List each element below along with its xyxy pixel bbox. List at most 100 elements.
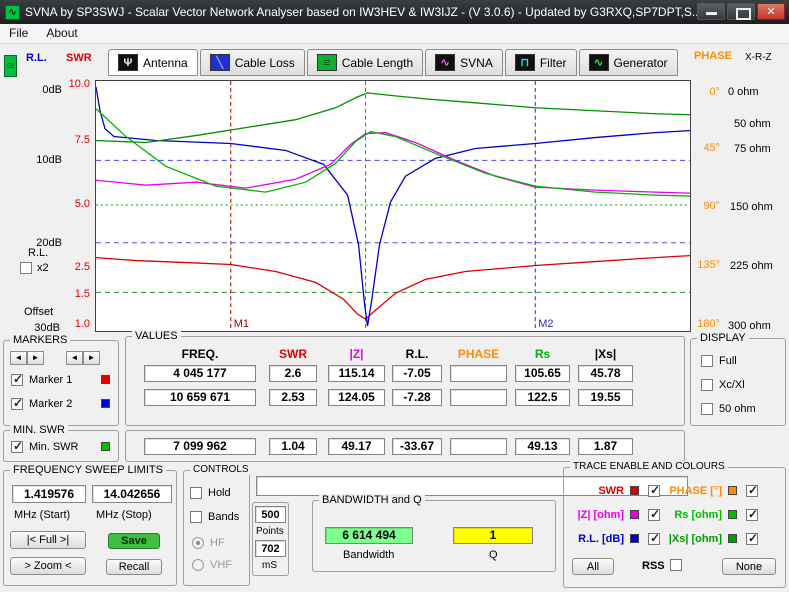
swr-tick-5: 5.0 — [62, 198, 90, 210]
freq-start-input[interactable] — [12, 485, 86, 503]
values-header-freq: FREQ. — [144, 347, 256, 361]
sweep-time-input[interactable] — [255, 540, 286, 557]
sweep-time-unit-label: mS — [262, 560, 277, 571]
display-50ohm-checkbox[interactable] — [701, 403, 713, 415]
trace-all-button[interactable]: All — [572, 558, 614, 575]
swr-tick-1: 1.0 — [62, 318, 90, 330]
controls-group: CONTROLS Hold Bands HF VHF — [183, 470, 250, 586]
values-header-rs: Rs — [515, 347, 570, 361]
tab-generator-label: Generator — [614, 56, 668, 70]
freq-stop-input[interactable] — [92, 485, 172, 503]
trace-rs-swatch[interactable] — [728, 510, 737, 519]
min-swr-phase-value — [450, 438, 507, 455]
ohm-tick-75: 75 ohm — [734, 143, 771, 155]
trace-phase-checkbox[interactable] — [746, 485, 758, 497]
marker2-next-icon[interactable]: ► — [83, 351, 100, 365]
tab-generator[interactable]: ∿ Generator — [579, 49, 678, 76]
app-icon: ∿ — [5, 5, 20, 20]
offset-label: Offset — [24, 306, 53, 318]
q-label: Q — [489, 549, 498, 561]
points-panel: Points mS — [252, 502, 289, 576]
trace-xs-label: |Xs| [ohm] — [662, 533, 722, 545]
trace-none-button[interactable]: None — [722, 558, 776, 575]
marker2-z-value: 124.05 — [328, 389, 385, 406]
display-group: DISPLAY Full Xc/Xl 50 ohm — [690, 338, 786, 426]
min-swr-rs-value: 49.13 — [515, 438, 570, 455]
display-xcxl-checkbox[interactable] — [701, 379, 713, 391]
recall-button[interactable]: Recall — [106, 559, 162, 575]
bands-checkbox[interactable] — [190, 511, 202, 523]
trace-swr-swatch[interactable] — [630, 486, 639, 495]
save-button[interactable]: Save — [108, 533, 160, 549]
tab-antenna[interactable]: Ψ Antenna — [108, 49, 198, 76]
tab-svna[interactable]: ∿ SVNA — [425, 49, 503, 76]
hold-checkbox[interactable] — [190, 487, 202, 499]
mini-chart-icon: ≋ — [4, 55, 17, 77]
phase-tick-90: 90° — [692, 200, 720, 212]
marker1-swr-value: 2.6 — [269, 365, 317, 382]
values-header-swr: SWR — [269, 347, 317, 361]
trace-swr-checkbox[interactable] — [648, 485, 660, 497]
values-header-phase: PHASE — [450, 347, 507, 361]
bandwidth-group: BANDWIDTH and Q 6 614 494 Bandwidth 1 Q — [312, 500, 556, 572]
trace-phase-swatch[interactable] — [728, 486, 737, 495]
hf-label: HF — [210, 537, 225, 549]
trace-enable-group: TRACE ENABLE AND COLOURS SWR PHASE [°] |… — [563, 467, 786, 588]
marker1-prev-icon[interactable]: ◄ — [10, 351, 27, 365]
min-swr-z-value: 49.17 — [328, 438, 385, 455]
trace-z-swatch[interactable] — [630, 510, 639, 519]
controls-group-title: CONTROLS — [190, 464, 252, 475]
tab-filter[interactable]: ⊓ Filter — [505, 49, 577, 76]
minimize-icon[interactable] — [697, 3, 725, 20]
trace-z-label: |Z| [ohm] — [568, 509, 624, 521]
full-span-button[interactable]: |< Full >| — [10, 531, 86, 549]
values-group: VALUES FREQ. SWR |Z| R.L. PHASE Rs |Xs| … — [125, 336, 685, 426]
marker1-freq-value: 4 045 177 — [144, 365, 256, 382]
antenna-icon: Ψ — [118, 54, 138, 71]
maximize-icon[interactable] — [727, 3, 755, 20]
menu-about[interactable]: About — [37, 24, 86, 43]
x2-label: x2 — [37, 262, 49, 274]
svna-window: ∿ SVNA by SP3SWJ - Scalar Vector Network… — [0, 0, 789, 592]
marker1-next-icon[interactable]: ► — [27, 351, 44, 365]
min-swr-color-swatch — [101, 442, 110, 451]
sweep-limits-title: FREQUENCY SWEEP LIMITS — [10, 464, 166, 476]
x2-checkbox[interactable] — [20, 262, 32, 274]
menu-file[interactable]: File — [0, 24, 37, 43]
q-value: 1 — [453, 527, 533, 544]
close-icon[interactable] — [757, 3, 785, 20]
mode-tabs: Ψ Antenna ╲ Cable Loss ≡ Cable Length ∿ … — [108, 49, 680, 76]
trace-xs-swatch[interactable] — [728, 534, 737, 543]
trace-enable-title: TRACE ENABLE AND COLOURS — [570, 461, 728, 472]
right-axis-xrz-label: X-R-Z — [745, 52, 772, 63]
vhf-radio[interactable] — [192, 559, 204, 571]
phase-tick-45: 45° — [692, 142, 720, 154]
trace-rl-checkbox[interactable] — [648, 533, 660, 545]
marker1-checkbox[interactable] — [11, 374, 23, 386]
trace-xs-checkbox[interactable] — [746, 533, 758, 545]
swr-tick-2-5: 2.5 — [62, 261, 90, 273]
tab-cable-loss[interactable]: ╲ Cable Loss — [200, 49, 305, 76]
zoom-button[interactable]: > Zoom < — [10, 557, 86, 575]
right-axis-phase-label: PHASE — [694, 50, 732, 62]
tab-cable-length[interactable]: ≡ Cable Length — [307, 49, 423, 76]
marker2-rl-value: -7.28 — [392, 389, 442, 406]
min-swr-checkbox[interactable] — [11, 441, 23, 453]
min-swr-swr-value: 1.04 — [269, 438, 317, 455]
trace-rl-swatch[interactable] — [630, 534, 639, 543]
display-full-checkbox[interactable] — [701, 355, 713, 367]
min-swr-label: Min. SWR — [29, 441, 79, 453]
trace-z-checkbox[interactable] — [648, 509, 660, 521]
marker2-checkbox[interactable] — [11, 398, 23, 410]
svg-text:M2: M2 — [538, 318, 553, 330]
trace-swr-label: SWR — [568, 485, 624, 497]
hf-radio[interactable] — [192, 537, 204, 549]
tab-cable-length-label: Cable Length — [342, 56, 413, 70]
points-input[interactable] — [255, 506, 286, 523]
trace-rs-checkbox[interactable] — [746, 509, 758, 521]
generator-icon: ∿ — [589, 54, 609, 71]
tab-antenna-label: Antenna — [143, 56, 188, 70]
values-header-xs: |Xs| — [578, 347, 633, 361]
marker2-prev-icon[interactable]: ◄ — [66, 351, 83, 365]
rss-checkbox[interactable] — [670, 559, 682, 571]
